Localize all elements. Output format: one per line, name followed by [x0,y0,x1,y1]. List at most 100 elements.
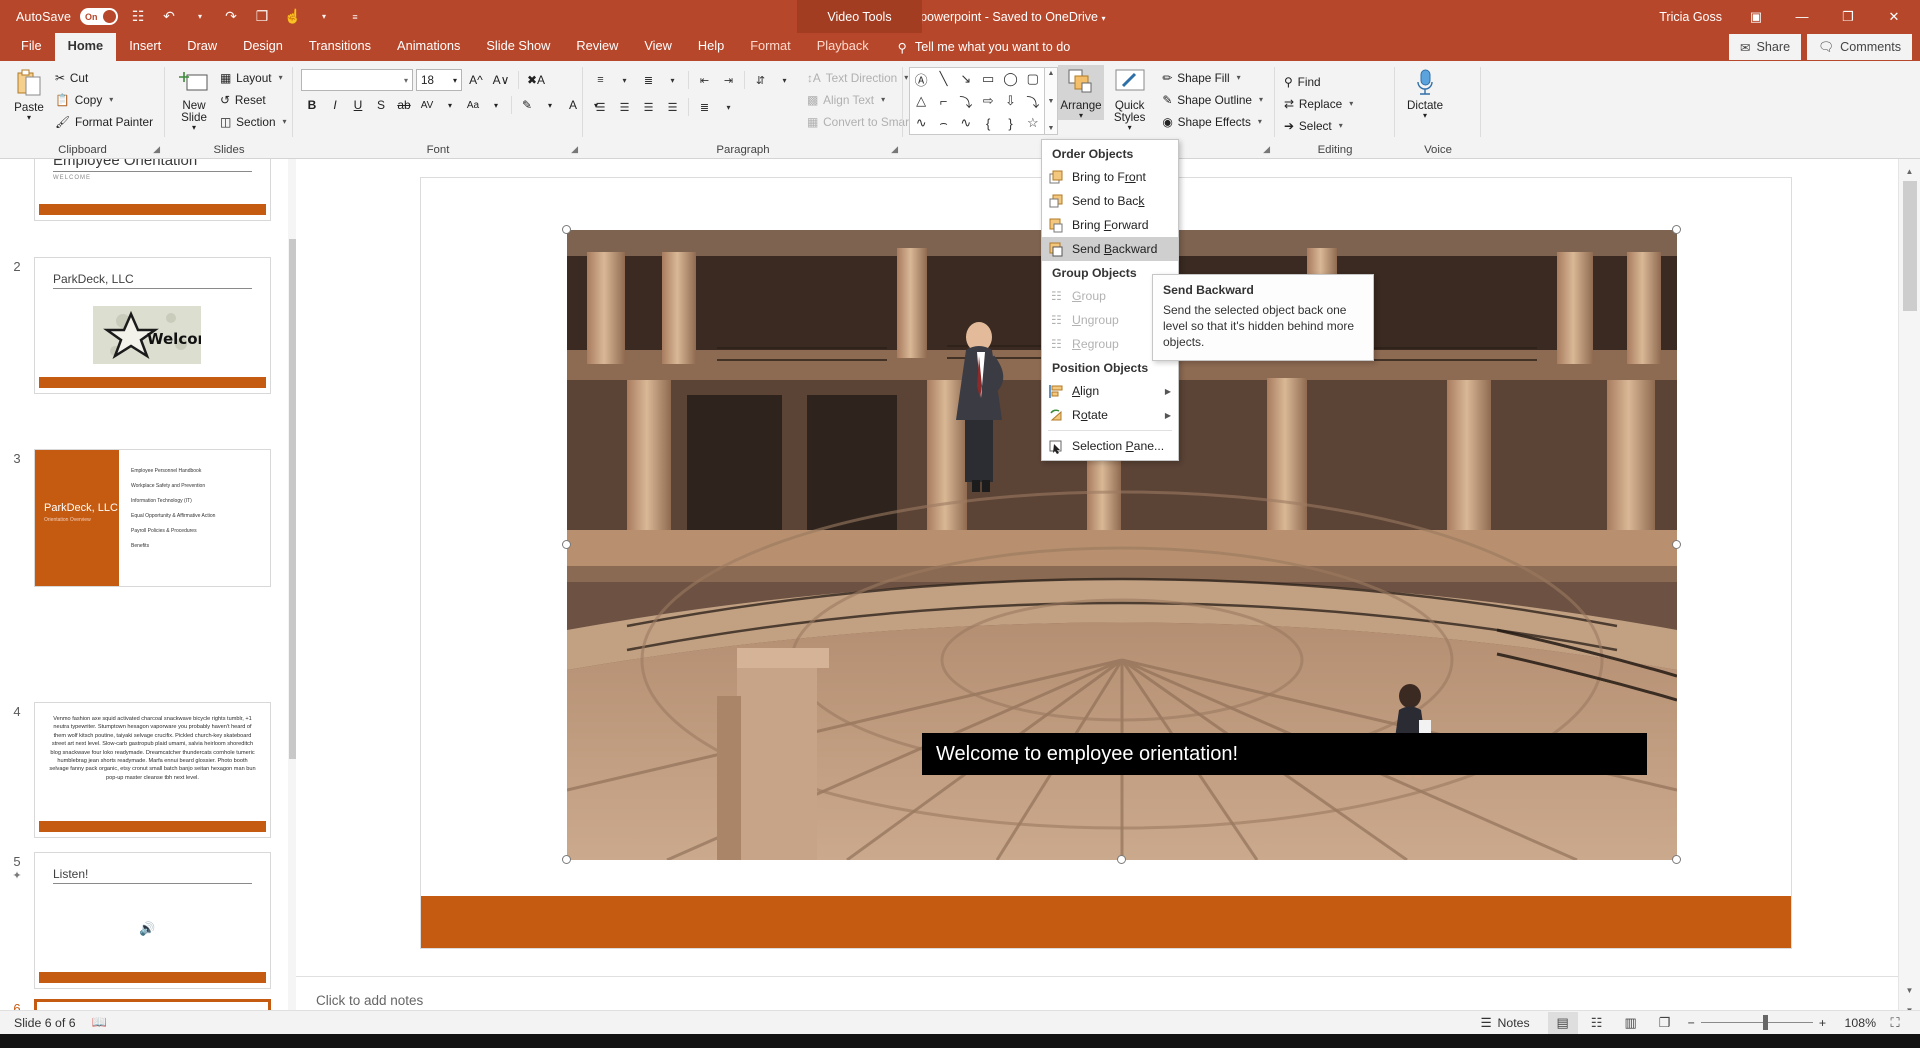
reset-button[interactable]: ↺ Reset [217,89,293,110]
selection-handle-middle-right[interactable] [1672,540,1681,549]
font-name-dropdown-icon[interactable]: ▾ [404,76,408,85]
tab-transitions[interactable]: Transitions [296,33,384,61]
numbering-icon[interactable]: ≣ [637,69,660,91]
line-spacing-icon[interactable]: ⇵ [749,69,772,91]
zoom-in-button[interactable]: + [1819,1016,1826,1030]
selection-handle-bottom-left[interactable] [562,855,571,864]
line-spacing-dropdown-icon[interactable]: ▾ [773,69,796,91]
tab-design[interactable]: Design [230,33,296,61]
autosave-toggle[interactable]: On [80,8,119,25]
dictate-button[interactable]: Dictate ▾ [1401,65,1449,120]
change-case-icon[interactable]: Aa [462,94,484,116]
new-slide-dropdown-icon[interactable]: ▾ [192,124,196,132]
canvas-scrollbar-handle[interactable] [1903,181,1917,311]
restore-icon[interactable]: ❐ [1826,0,1870,33]
shape-effects-dropdown-icon[interactable]: ▾ [1258,117,1262,126]
tab-format[interactable]: Format [737,33,804,61]
bold-icon[interactable]: B [301,94,323,116]
bullets-icon[interactable]: ≡ [589,69,612,91]
align-center-icon[interactable]: ☰ [613,96,636,118]
font-size-dropdown-icon[interactable]: ▾ [453,76,457,85]
thumbnail-scrollbar-handle[interactable] [289,239,296,759]
clipboard-dialog-launcher-icon[interactable]: ◢ [153,144,160,155]
shape-arrow-icon[interactable]: ↘ [955,68,977,90]
format-painter-button[interactable]: 🖌 Format Painter [52,111,159,132]
reading-view-icon[interactable]: ▥ [1616,1012,1646,1034]
fit-slide-icon[interactable]: ⛶ [1880,1012,1910,1034]
thumbnail-slide-3[interactable]: 3 ParkDeck, LLC Orientation Overview Emp… [0,449,296,587]
tab-animations[interactable]: Animations [384,33,473,61]
shape-elbow-arrow-icon[interactable]: ⤵ [955,90,977,112]
tab-slide-show[interactable]: Slide Show [473,33,563,61]
thumbnail-slide-5[interactable]: 5 ✦ Listen! 🔊 [0,852,296,989]
shape-outline-button[interactable]: ✎ Shape Outline ▾ [1159,89,1269,110]
menu-item-send-to-back[interactable]: Send to Back [1042,189,1178,213]
touch-mode-icon[interactable]: ☝ [282,6,304,28]
arrange-button[interactable]: Arrange ▾ [1058,65,1104,120]
minimize-icon[interactable]: — [1780,0,1824,33]
shapes-gallery-scroll[interactable]: ▲ ▼ ▼ [1045,67,1058,135]
shape-down-arrow-icon[interactable]: ⇩ [999,90,1021,112]
copy-button[interactable]: 📋 Copy ▾ [52,89,159,110]
shape-fill-button[interactable]: ✏ Shape Fill ▾ [1159,67,1269,88]
change-case-dropdown-icon[interactable]: ▾ [485,94,507,116]
menu-item-bring-to-front[interactable]: Bring to Front [1042,165,1178,189]
paste-button[interactable]: Paste ▾ [6,65,52,122]
align-text-dropdown-icon[interactable]: ▾ [881,95,885,104]
thumbnail-frame[interactable]: ParkDeck, LLC Orientation Overview Emplo… [34,449,271,587]
selection-handle-top-left[interactable] [562,225,571,234]
shape-elbow-connector-icon[interactable]: ⌐ [932,90,954,112]
tab-insert[interactable]: Insert [116,33,174,61]
arrange-dropdown-icon[interactable]: ▾ [1079,112,1083,120]
shape-rounded-rectangle-icon[interactable]: ▢ [1022,68,1044,90]
increase-indent-icon[interactable]: ⇥ [717,69,740,91]
copy-dropdown-icon[interactable]: ▾ [109,95,113,104]
save-status[interactable]: Saved to OneDrive [992,10,1098,24]
select-dropdown-icon[interactable]: ▾ [1339,121,1343,130]
notes-button[interactable]: ☰ Notes [1480,1016,1529,1030]
slide-sorter-view-icon[interactable]: ☷ [1582,1012,1612,1034]
scroll-up-icon[interactable]: ▲ [1899,161,1920,181]
tab-view[interactable]: View [631,33,685,61]
shape-outline-dropdown-icon[interactable]: ▾ [1259,95,1263,104]
align-right-icon[interactable]: ☰ [637,96,660,118]
character-spacing-dropdown-icon[interactable]: ▾ [439,94,461,116]
layout-button[interactable]: ▦ Layout ▾ [217,67,293,88]
touch-dropdown-icon[interactable]: ▾ [313,6,335,28]
thumbnail-frame[interactable]: Listen! 🔊 [34,852,271,989]
highlight-dropdown-icon[interactable]: ▾ [539,94,561,116]
select-button[interactable]: ➔ Select ▾ [1281,115,1359,136]
undo-dropdown-icon[interactable]: ▾ [189,6,211,28]
text-highlight-color-icon[interactable]: ✎ [516,94,538,116]
strikethrough-icon[interactable]: ab [393,94,415,116]
share-button[interactable]: ✉ Share [1728,34,1802,60]
character-spacing-icon[interactable]: AV [416,94,438,116]
close-icon[interactable]: ✕ [1872,0,1916,33]
tab-playback[interactable]: Playback [804,33,882,61]
shape-scribble-icon[interactable]: ∿ [910,112,932,134]
paragraph-dialog-launcher-icon[interactable]: ◢ [891,144,898,155]
zoom-handle[interactable] [1762,1015,1768,1030]
tab-file[interactable]: File [8,33,55,61]
shape-oval-icon[interactable]: ◯ [999,68,1021,90]
selection-handle-middle-left[interactable] [562,540,571,549]
ribbon-display-options-icon[interactable]: ▣ [1734,0,1778,33]
accessibility-icon[interactable]: 📖 [92,1015,107,1030]
gallery-more-icon[interactable]: ▼ [1048,125,1055,132]
menu-item-send-backward[interactable]: Send Backward [1042,237,1178,261]
decrease-indent-icon[interactable]: ⇤ [693,69,716,91]
shape-star-icon[interactable]: ☆ [1022,112,1044,134]
replace-button[interactable]: ⇄ Replace ▾ [1281,93,1359,114]
save-icon[interactable]: ☷ [127,6,149,28]
user-account-name[interactable]: Tricia Goss [1659,10,1722,24]
scroll-down-icon[interactable]: ▼ [1899,980,1920,1000]
shape-left-brace-icon[interactable]: { [977,112,999,134]
text-shadow-icon[interactable]: S [370,94,392,116]
layout-dropdown-icon[interactable]: ▾ [279,73,283,82]
find-button[interactable]: ⚲ Find [1281,71,1359,92]
clear-formatting-icon[interactable]: ✖A [525,69,547,91]
shape-curve-icon[interactable]: ∿ [955,112,977,134]
shape-right-brace-icon[interactable]: } [999,112,1021,134]
thumbnail-slide-1[interactable]: 1 Employee Orientation WELCOME [0,159,296,221]
selection-handle-bottom-center[interactable] [1117,855,1126,864]
